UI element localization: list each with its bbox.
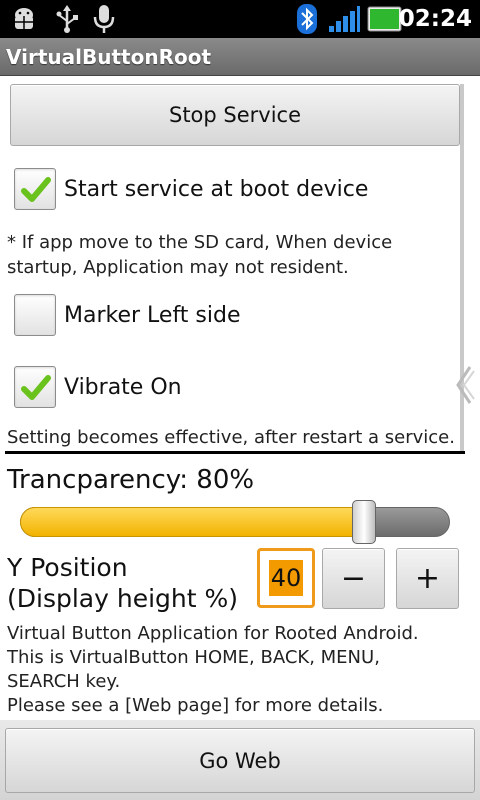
checkbox-vibrate-on[interactable]: Vibrate On — [14, 365, 182, 409]
app-title: VirtualButtonRoot — [6, 45, 212, 69]
plus-icon: + — [414, 561, 441, 596]
sd-card-note-line1: * If app move to the SD card, When devic… — [7, 232, 393, 253]
stop-service-label: Stop Service — [168, 103, 302, 127]
transparency-slider-thumb[interactable] — [352, 500, 376, 544]
drawer-handle-icon[interactable] — [450, 365, 476, 405]
go-web-label: Go Web — [199, 748, 281, 773]
usb-icon — [50, 0, 84, 38]
y-position-label: Y Position (Display height %) — [7, 552, 238, 614]
status-time: 02:24 — [398, 6, 472, 32]
y-position-title: Y Position — [7, 553, 128, 582]
setting-note: Setting becomes effective, after restart… — [7, 427, 455, 448]
transparency-slider-fill — [20, 507, 364, 537]
about-line: This is VirtualButton HOME, BACK, MENU, — [7, 647, 380, 668]
sd-card-note-line2: startup, Application may not resident. — [7, 257, 349, 278]
android-debug-icon — [6, 0, 42, 38]
bluetooth-icon — [294, 0, 320, 38]
transparency-label: Trancparency: 80% — [7, 465, 255, 495]
signal-icon — [326, 0, 362, 38]
checkbox-box[interactable] — [14, 294, 56, 336]
checkbox-label: Marker Left side — [64, 302, 241, 328]
sd-card-note: * If app move to the SD card, When devic… — [7, 230, 457, 280]
y-position-value: 40 — [268, 560, 304, 596]
checkbox-label: Vibrate On — [64, 374, 182, 400]
go-web-button[interactable]: Go Web — [5, 728, 475, 793]
checkbox-label: Start service at boot device — [64, 176, 369, 202]
y-position-subtitle: (Display height %) — [7, 584, 238, 613]
increment-button[interactable]: + — [396, 548, 459, 609]
checkbox-box[interactable] — [14, 168, 56, 210]
check-icon — [21, 177, 51, 202]
y-position-input[interactable]: 40 — [257, 548, 315, 608]
microphone-icon — [88, 0, 120, 38]
divider — [5, 451, 465, 454]
checkbox-marker-left-side[interactable]: Marker Left side — [14, 293, 241, 337]
checkbox-box[interactable] — [14, 366, 56, 408]
about-text: Virtual Button Application for Rooted An… — [7, 622, 472, 718]
checkbox-start-at-boot[interactable]: Start service at boot device — [14, 167, 368, 211]
title-bar: VirtualButtonRoot — [0, 38, 480, 76]
minus-icon: − — [340, 561, 367, 596]
about-line: SEARCH key. — [7, 671, 121, 692]
about-line: Virtual Button Application for Rooted An… — [7, 623, 419, 644]
stop-service-button[interactable]: Stop Service — [10, 84, 460, 146]
decrement-button[interactable]: − — [322, 548, 385, 609]
status-bar: 02:24 — [0, 0, 480, 38]
check-icon — [21, 375, 51, 400]
about-line: Please see a [Web page] for more details… — [7, 695, 384, 716]
